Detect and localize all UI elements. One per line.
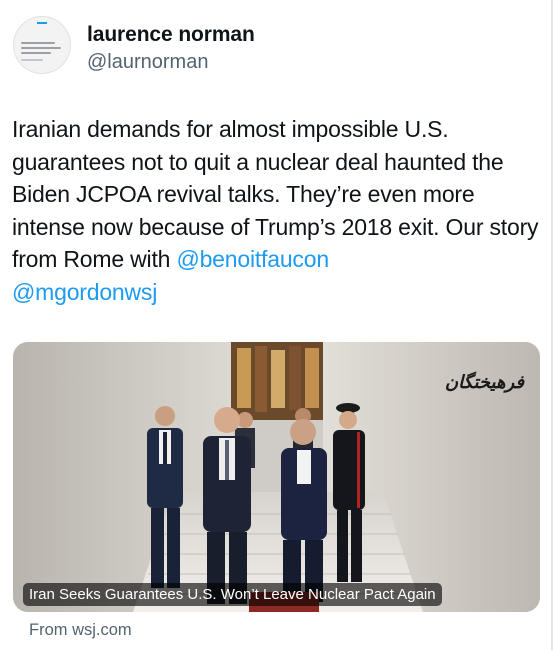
watermark-logo: فرهیختگان bbox=[444, 372, 524, 393]
card-headline[interactable]: Iran Seeks Guarantees U.S. Won’t Leave N… bbox=[23, 583, 442, 606]
avatar-detail bbox=[21, 59, 43, 61]
mention-link[interactable]: @benoitfaucon bbox=[176, 246, 329, 272]
tweet-text: Iranian demands for almost impossible U.… bbox=[12, 113, 547, 308]
author-avatar[interactable] bbox=[13, 16, 71, 74]
mention-link[interactable]: @mgordonwsj bbox=[12, 279, 157, 305]
author-handle[interactable]: @laurnorman bbox=[87, 51, 208, 74]
avatar-detail bbox=[21, 47, 61, 49]
avatar-detail bbox=[21, 42, 55, 44]
avatar-detail bbox=[37, 22, 47, 24]
avatar-detail bbox=[21, 52, 51, 54]
author-display-name[interactable]: laurence norman bbox=[87, 23, 255, 47]
link-preview-card[interactable]: فرهیختگان Iran Seeks Guarantees U.S. Won… bbox=[13, 342, 540, 612]
card-source[interactable]: From wsj.com bbox=[29, 621, 132, 640]
